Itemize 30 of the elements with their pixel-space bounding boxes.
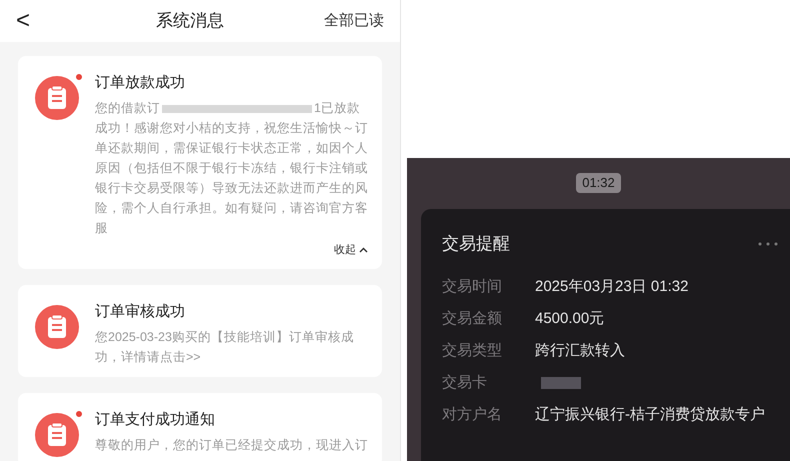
page-title: 系统消息 (156, 10, 224, 32)
message-body: 您2025-03-23购买的【技能培训】订单审核成功，详情请点击>> (95, 328, 355, 366)
more-icon[interactable] (758, 242, 778, 246)
message-body: 尊敬的用户，您的订单已经提交成功，现进入订 (95, 436, 368, 454)
field-value: 跨行汇款转入 (535, 340, 626, 360)
field-label: 交易类型 (442, 340, 503, 360)
back-button[interactable]: < (16, 3, 56, 39)
field-label: 交易时间 (442, 276, 503, 296)
field-label: 交易卡 (442, 372, 488, 392)
field-value: 4500.00元 (535, 308, 606, 328)
message-card[interactable]: 订单审核成功 您2025-03-23购买的【技能培训】订单审核成功，详情请点击>> (18, 284, 382, 376)
collapse-link[interactable]: 收起 (334, 242, 368, 258)
field-label: 对方户名 (442, 404, 503, 424)
card-title: 交易提醒 (442, 233, 510, 255)
clipboard-icon (35, 304, 79, 348)
chevron-up-icon (359, 247, 368, 254)
timestamp: 01:32 (576, 173, 621, 193)
message-card[interactable]: 订单放款成功 您的借款订 1已放款成功！感谢您对小桔的支持，祝您生活愉快～订单还款期间，需保证银行卡状态正常，如因个人原因（包括但不限于银行卡冻结，银行卡注销或银行卡交易受限等）导致无法还款进而产生的风险，需个人自行承担。如有疑问，请咨询官方客服 收起 (18, 56, 382, 268)
field-value: 2025年03月23日 01:32 (535, 276, 690, 296)
field-value: 辽宁振兴银行-桔子消费贷放款专户 (535, 404, 766, 424)
message-body: 您的借款订 1已放款成功！感谢您对小桔的支持，祝您生活愉快～订单还款期间，需保证银行卡状态正常，如因个人原因（包括但不限于银行卡冻结，银行卡注销或银行卡交易受限等）导致无法还款进而产生的风险，需个人自行承担。如有疑问，请咨询官方客服 (95, 100, 368, 237)
message-title: 订单审核成功 (95, 302, 186, 322)
clipboard-icon (35, 412, 79, 456)
message-card[interactable]: 订单支付成功通知 尊敬的用户，您的订单已经提交成功，现进入订 (18, 392, 382, 461)
mark-all-read-button[interactable]: 全部已读 (324, 10, 384, 32)
redaction-block (541, 376, 581, 388)
clipboard-icon (35, 76, 79, 120)
field-label: 交易金额 (442, 308, 503, 328)
message-title: 订单放款成功 (95, 73, 186, 93)
message-title: 订单支付成功通知 (95, 410, 216, 430)
